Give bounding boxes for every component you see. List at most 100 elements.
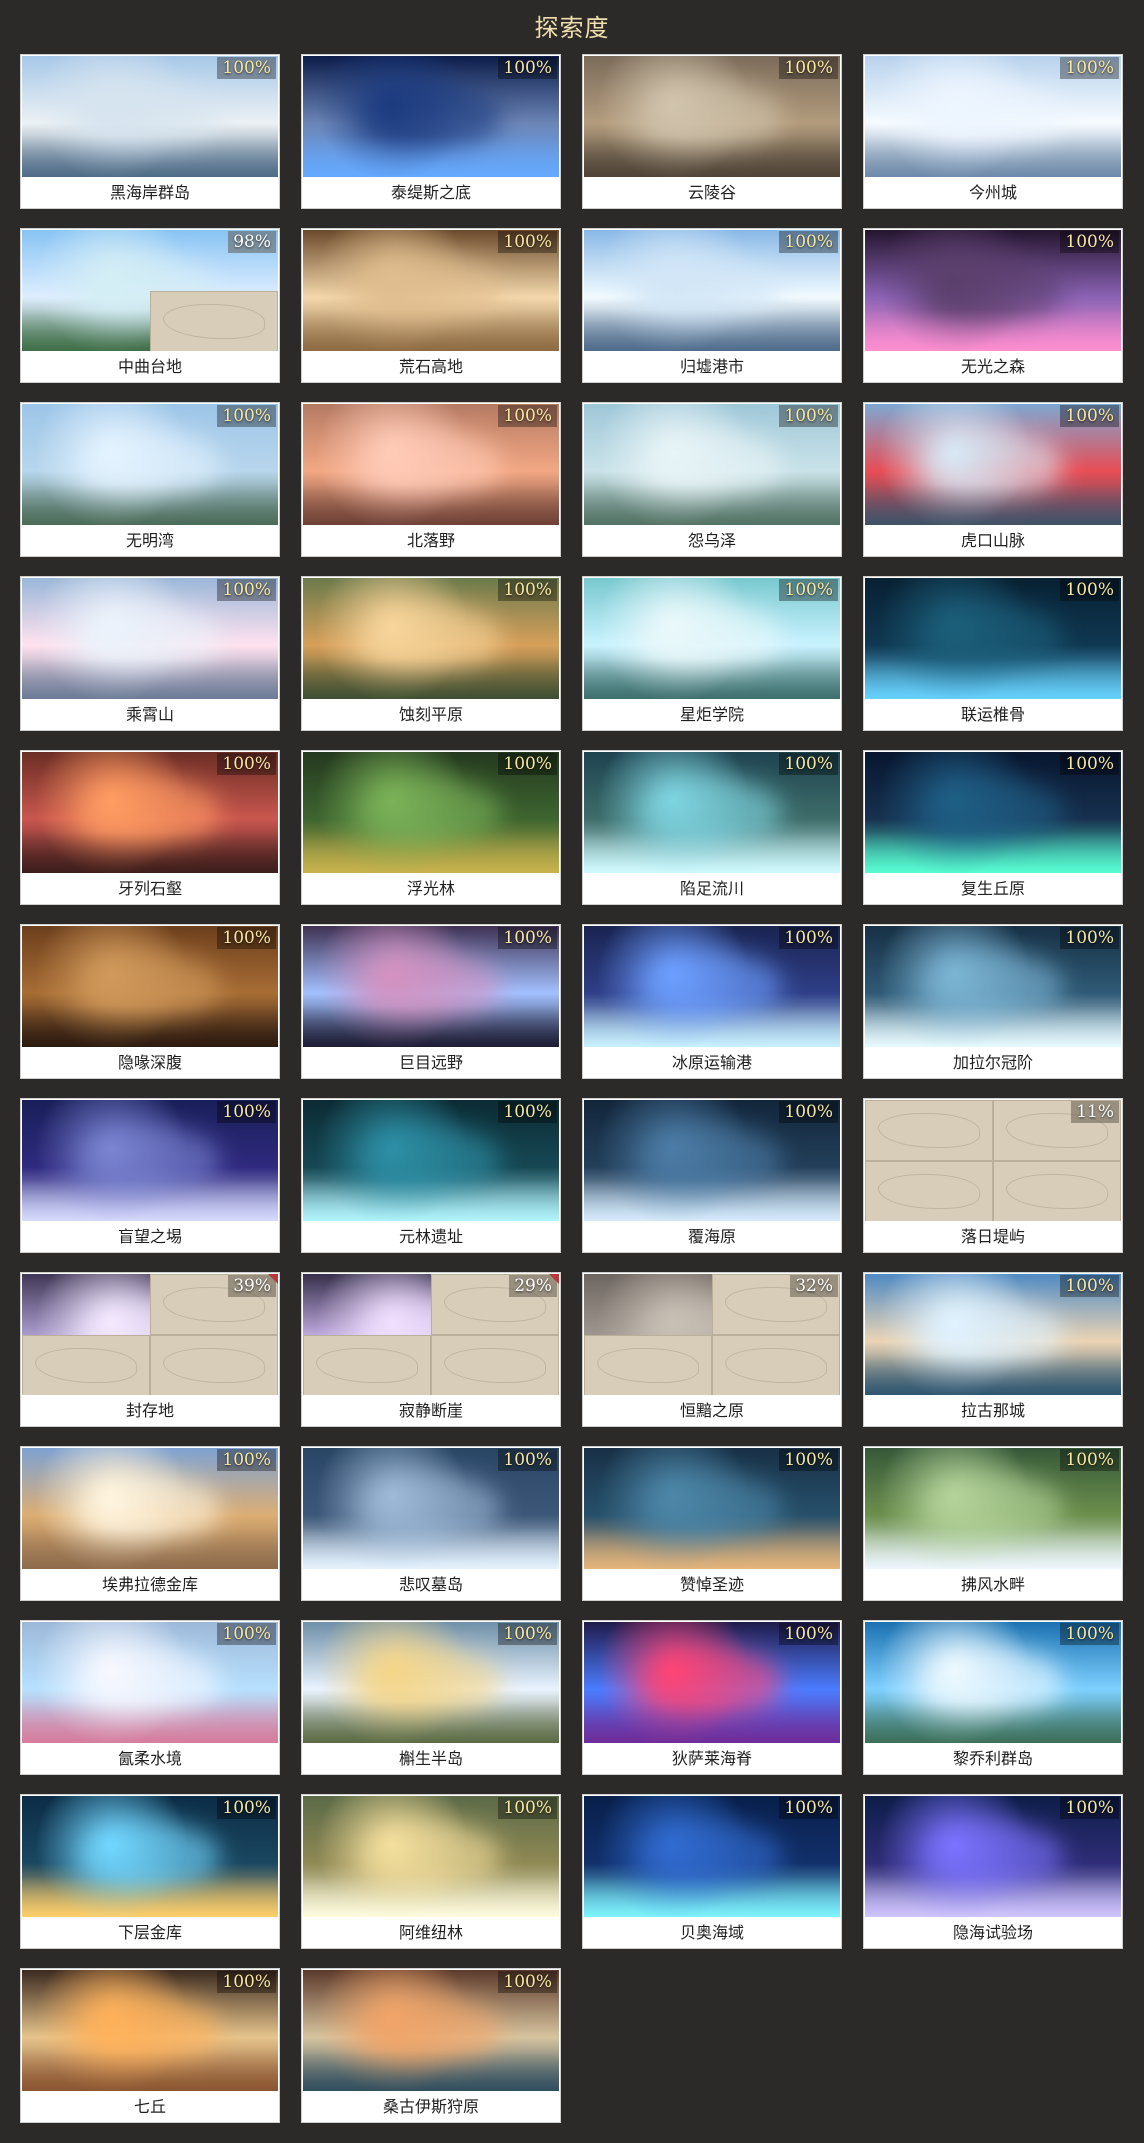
region-card[interactable]: 100% 拉古那城 <box>863 1272 1123 1427</box>
region-card[interactable]: 100% 拂风水畔 <box>863 1446 1123 1601</box>
region-card[interactable]: 100% 贝奥海域 <box>582 1794 842 1949</box>
region-card[interactable]: 100% 复生丘原 <box>863 750 1123 905</box>
region-card[interactable]: 32% 恒黯之原 <box>582 1272 842 1427</box>
region-thumbnail: 100% <box>865 1448 1121 1570</box>
region-ground <box>22 1180 278 1222</box>
region-card[interactable]: 100% 云陵谷 <box>582 54 842 209</box>
region-card[interactable]: 100% 冰原运输港 <box>582 924 842 1079</box>
region-thumbnail: 39% <box>22 1274 278 1396</box>
region-card[interactable]: 100% 隐喙深腹 <box>20 924 280 1079</box>
locked-map-tile <box>150 291 278 352</box>
region-card[interactable]: 100% 黑海岸群岛 <box>20 54 280 209</box>
region-thumbnail: 100% <box>22 752 278 874</box>
region-card[interactable]: 98% 中曲台地 <box>20 228 280 383</box>
region-thumbnail: 100% <box>303 56 559 178</box>
region-card[interactable]: 100% 乘霄山 <box>20 576 280 731</box>
region-name: 陷足流川 <box>583 873 841 904</box>
region-name: 埃弗拉德金库 <box>21 1569 279 1600</box>
region-card[interactable]: 100% 元林遗址 <box>301 1098 561 1253</box>
region-ground <box>303 2050 559 2092</box>
region-card[interactable]: 100% 盲望之埸 <box>20 1098 280 1253</box>
region-card[interactable]: 29% 寂静断崖 <box>301 1272 561 1427</box>
region-card[interactable]: 100% 黎乔利群岛 <box>863 1620 1123 1775</box>
region-name: 拉古那城 <box>864 1395 1122 1426</box>
region-thumbnail: 32% <box>584 1274 840 1396</box>
region-card[interactable]: 100% 北落野 <box>301 402 561 557</box>
region-card[interactable]: 100% 荒石高地 <box>301 228 561 383</box>
region-thumbnail: 100% <box>865 404 1121 526</box>
region-name: 狄萨莱海脊 <box>583 1743 841 1774</box>
region-card[interactable]: 100% 狄萨莱海脊 <box>582 1620 842 1775</box>
region-thumbnail: 100% <box>22 926 278 1048</box>
region-card[interactable]: 100% 蚀刻平原 <box>301 576 561 731</box>
exploration-percentage: 100% <box>498 579 557 601</box>
region-card[interactable]: 100% 无明湾 <box>20 402 280 557</box>
exploration-percentage: 100% <box>779 1623 838 1645</box>
region-card[interactable]: 100% 浮光林 <box>301 750 561 905</box>
region-card[interactable]: 100% 七丘 <box>20 1968 280 2123</box>
exploration-percentage: 100% <box>1060 1797 1119 1819</box>
region-card[interactable]: 11% 落日堤屿 <box>863 1098 1123 1253</box>
region-card[interactable]: 100% 桑古伊斯狩原 <box>301 1968 561 2123</box>
region-card[interactable]: 100% 埃弗拉德金库 <box>20 1446 280 1601</box>
region-name: 加拉尔冠阶 <box>864 1047 1122 1078</box>
region-card[interactable]: 100% 下层金库 <box>20 1794 280 1949</box>
locked-map-tile <box>865 1100 993 1161</box>
region-card[interactable]: 100% 加拉尔冠阶 <box>863 924 1123 1079</box>
region-card[interactable]: 100% 悲叹墓岛 <box>301 1446 561 1601</box>
region-name: 封存地 <box>21 1395 279 1426</box>
region-card[interactable]: 100% 星炬学院 <box>582 576 842 731</box>
region-card[interactable]: 100% 泰缇斯之底 <box>301 54 561 209</box>
region-thumbnail: 100% <box>22 404 278 526</box>
region-thumbnail: 100% <box>865 578 1121 700</box>
exploration-percentage: 100% <box>1060 231 1119 253</box>
region-card[interactable]: 100% 联运椎骨 <box>863 576 1123 731</box>
region-thumbnail: 100% <box>584 56 840 178</box>
region-card[interactable]: 100% 赞悼圣迹 <box>582 1446 842 1601</box>
region-thumbnail: 100% <box>584 578 840 700</box>
exploration-percentage: 100% <box>779 231 838 253</box>
region-name: 黎乔利群岛 <box>864 1743 1122 1774</box>
region-card[interactable]: 100% 槲生半岛 <box>301 1620 561 1775</box>
region-card[interactable]: 100% 陷足流川 <box>582 750 842 905</box>
region-name: 冰原运输港 <box>583 1047 841 1078</box>
region-name: 怨乌泽 <box>583 525 841 556</box>
region-thumbnail: 100% <box>22 1448 278 1570</box>
region-name: 荒石高地 <box>302 351 560 382</box>
locked-map-tile <box>303 1335 431 1396</box>
region-card[interactable]: 100% 巨目远野 <box>301 924 561 1079</box>
region-card[interactable]: 39% 封存地 <box>20 1272 280 1427</box>
region-thumbnail: 100% <box>303 578 559 700</box>
region-ground <box>303 1702 559 1744</box>
locked-map-tile <box>993 1161 1121 1222</box>
region-ground <box>584 136 840 178</box>
region-card[interactable]: 100% 无光之森 <box>863 228 1123 383</box>
region-name: 贝奥海域 <box>583 1917 841 1948</box>
exploration-percentage: 100% <box>217 405 276 427</box>
region-card[interactable]: 100% 虎口山脉 <box>863 402 1123 557</box>
region-ground <box>865 136 1121 178</box>
region-card[interactable]: 100% 阿维纽林 <box>301 1794 561 1949</box>
region-card[interactable]: 100% 归墟港市 <box>582 228 842 383</box>
region-name: 阿维纽林 <box>302 1917 560 1948</box>
region-card[interactable]: 100% 覆海原 <box>582 1098 842 1253</box>
region-card[interactable]: 100% 氤柔水境 <box>20 1620 280 1775</box>
locked-map-tile <box>22 1335 150 1396</box>
region-thumbnail: 100% <box>584 230 840 352</box>
region-name: 落日堤屿 <box>864 1221 1122 1252</box>
region-card[interactable]: 100% 怨乌泽 <box>582 402 842 557</box>
region-name: 无明湾 <box>21 525 279 556</box>
region-name: 黑海岸群岛 <box>21 177 279 208</box>
region-ground <box>303 310 559 352</box>
region-card[interactable]: 100% 今州城 <box>863 54 1123 209</box>
region-name: 槲生半岛 <box>302 1743 560 1774</box>
region-grid: 100% 黑海岸群岛 100% 泰缇斯之底 100% 云陵谷 100% 今州城 98% 中曲台地 1… <box>20 54 1124 2123</box>
region-ground <box>865 484 1121 526</box>
region-card[interactable]: 100% 隐海试验场 <box>863 1794 1123 1949</box>
region-card[interactable]: 100% 牙列石壑 <box>20 750 280 905</box>
region-ground <box>865 1006 1121 1048</box>
region-name: 星炬学院 <box>583 699 841 730</box>
exploration-percentage: 100% <box>1060 1623 1119 1645</box>
region-thumbnail: 100% <box>303 230 559 352</box>
region-ground <box>865 832 1121 874</box>
